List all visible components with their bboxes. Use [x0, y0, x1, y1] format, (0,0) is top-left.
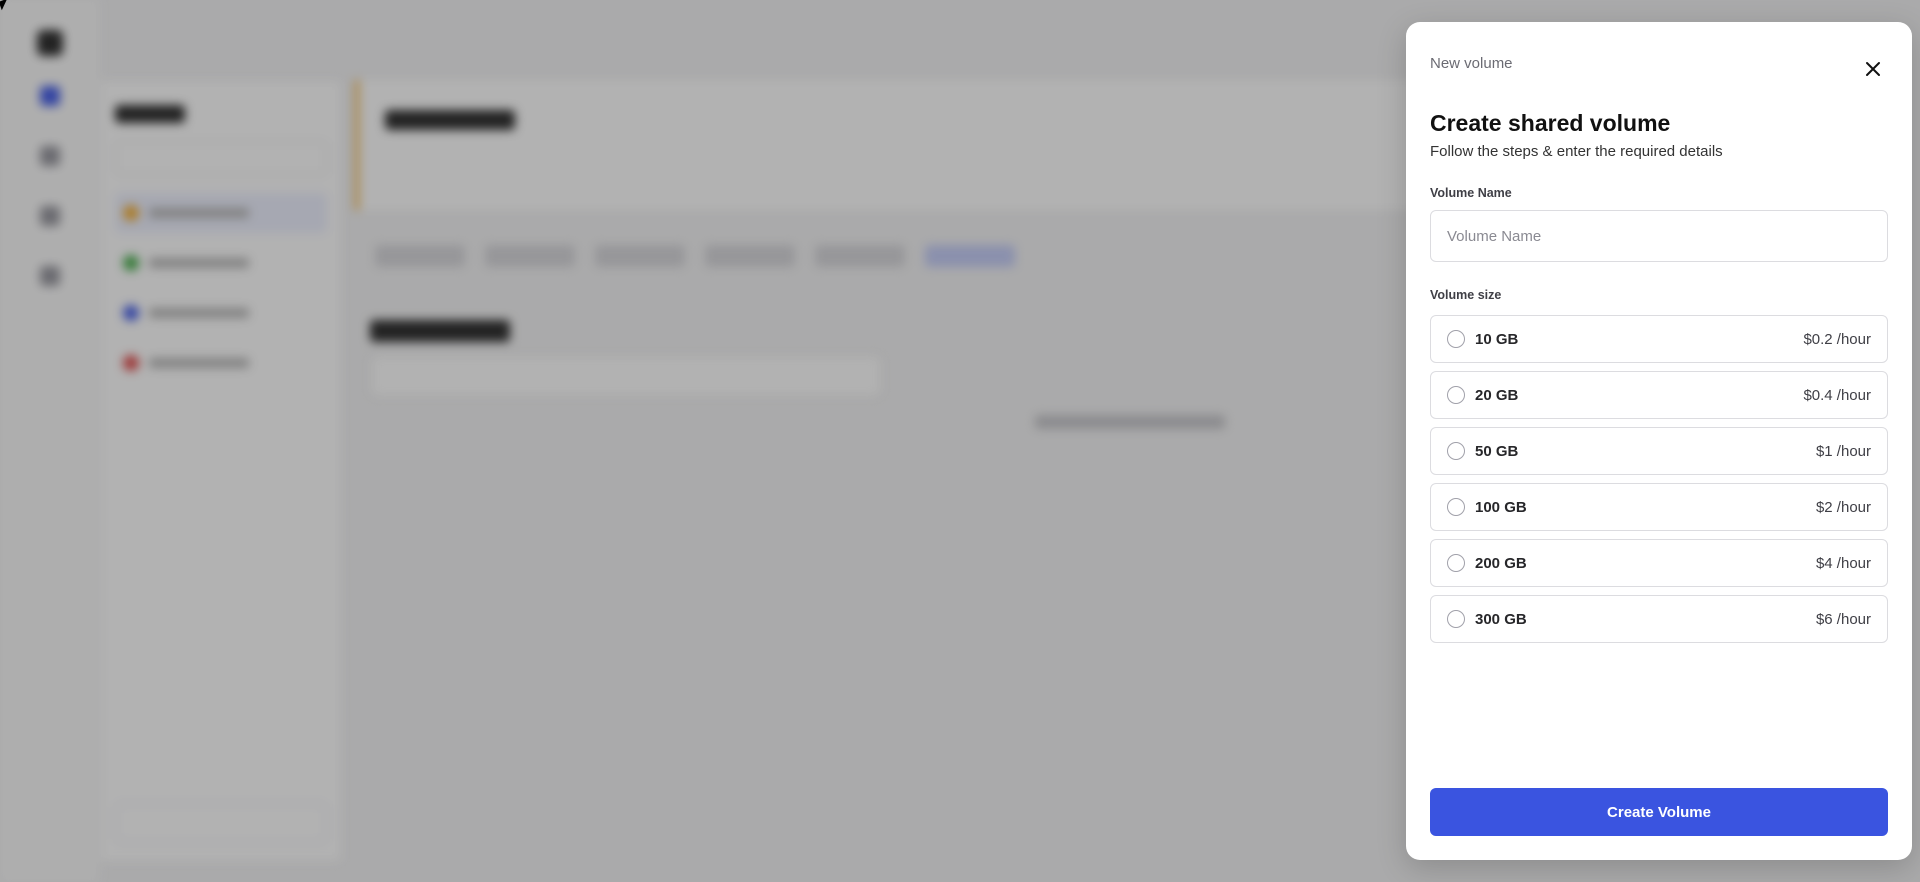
- size-option-10gb[interactable]: 10 GB $0.2 /hour: [1430, 315, 1888, 363]
- price-value: $6 /hour: [1815, 610, 1871, 628]
- radio-icon[interactable]: [1447, 610, 1465, 628]
- size-option-20gb[interactable]: 20 GB $0.4 /hour: [1430, 371, 1888, 419]
- volume-size-label: Volume size: [1430, 288, 1502, 302]
- price-value: $4 /hour: [1815, 554, 1871, 572]
- size-option-100gb[interactable]: 100 GB $2 /hour: [1430, 483, 1888, 531]
- size-option-200gb[interactable]: 200 GB $4 /hour: [1430, 539, 1888, 587]
- size-value: 100 GB: [1475, 498, 1527, 516]
- drawer-subtitle: Follow the steps & enter the required de…: [1430, 143, 1723, 160]
- price-value: $0.2 /hour: [1803, 330, 1871, 348]
- radio-icon[interactable]: [1447, 442, 1465, 460]
- size-value: 10 GB: [1475, 330, 1519, 348]
- close-button[interactable]: [1858, 54, 1888, 84]
- volume-name-label: Volume Name: [1430, 186, 1512, 200]
- price-value: $1 /hour: [1815, 442, 1871, 460]
- size-value: 20 GB: [1475, 386, 1519, 404]
- radio-icon[interactable]: [1447, 386, 1465, 404]
- drawer-title: Create shared volume: [1430, 110, 1671, 136]
- price-value: $2 /hour: [1815, 498, 1871, 516]
- radio-icon[interactable]: [1447, 498, 1465, 516]
- size-option-300gb[interactable]: 300 GB $6 /hour: [1430, 595, 1888, 643]
- radio-icon[interactable]: [1447, 330, 1465, 348]
- size-value: 300 GB: [1475, 610, 1527, 628]
- size-option-50gb[interactable]: 50 GB $1 /hour: [1430, 427, 1888, 475]
- new-volume-drawer: New volume Create shared volume Follow t…: [1406, 22, 1912, 860]
- size-value: 50 GB: [1475, 442, 1519, 460]
- price-value: $0.4 /hour: [1803, 386, 1871, 404]
- radio-icon[interactable]: [1447, 554, 1465, 572]
- drawer-kicker: New volume: [1430, 55, 1513, 72]
- size-value: 200 GB: [1475, 554, 1527, 572]
- close-icon: [1866, 62, 1880, 76]
- volume-name-input[interactable]: [1430, 210, 1888, 262]
- create-volume-button[interactable]: Create Volume: [1430, 788, 1888, 836]
